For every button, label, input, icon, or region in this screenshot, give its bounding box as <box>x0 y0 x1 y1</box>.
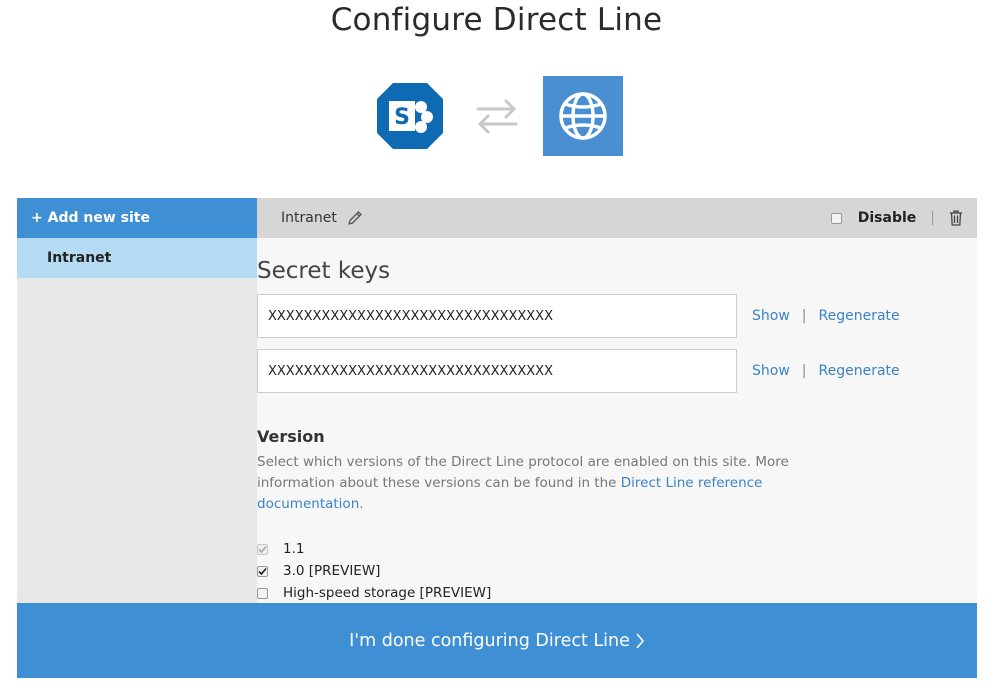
version-3-0-label: 3.0 [PREVIEW] <box>283 563 381 579</box>
regenerate-key-1-link[interactable]: Regenerate <box>819 308 900 324</box>
swap-arrows-icon <box>476 99 518 134</box>
done-configuring-label: I'm done configuring Direct Line <box>349 630 630 651</box>
page-title: Configure Direct Line <box>330 2 663 38</box>
secret-key-2-field[interactable] <box>257 349 737 393</box>
version-description-end: . <box>359 496 364 512</box>
disable-checkbox[interactable] <box>830 212 842 224</box>
secret-keys-heading: Secret keys <box>257 258 391 284</box>
version-3-0-checkbox[interactable] <box>257 565 268 577</box>
secret-key-row: Show | Regenerate <box>257 294 977 338</box>
version-1-1-checkbox <box>257 543 268 555</box>
high-speed-storage-checkbox[interactable] <box>257 587 268 599</box>
version-heading: Version <box>257 427 325 446</box>
version-option-high-speed-storage: High-speed storage [PREVIEW] <box>257 585 491 601</box>
site-settings: Intranet Disable | Secret keys XXXXXXXXX… <box>257 198 977 603</box>
secret-key-1-field[interactable] <box>257 294 737 338</box>
version-option-3-0: 3.0 [PREVIEW] <box>257 563 380 579</box>
sharepoint-icon: S <box>377 83 443 149</box>
channel-logos: S <box>0 76 993 156</box>
separator: | <box>801 363 807 379</box>
globe-icon <box>559 92 607 140</box>
show-key-2-link[interactable]: Show <box>752 363 790 379</box>
check-icon <box>258 567 267 575</box>
site-name: Intranet <box>281 210 337 226</box>
sidebar-item-intranet[interactable]: Intranet <box>17 238 257 278</box>
secret-key-actions: Show | Regenerate <box>752 349 900 393</box>
sites-sidebar: + Add new site Intranet <box>17 198 257 603</box>
version-option-1-1: 1.1 <box>257 541 304 557</box>
separator: | <box>930 210 935 226</box>
web-chat-logo <box>543 76 623 156</box>
done-configuring-button[interactable]: I'm done configuring Direct Line <box>17 603 977 678</box>
pencil-icon[interactable] <box>347 210 363 226</box>
config-panel: + Add new site Intranet Intranet Disable… <box>17 198 977 603</box>
secret-key-actions: Show | Regenerate <box>752 294 900 338</box>
show-key-1-link[interactable]: Show <box>752 308 790 324</box>
version-1-1-label: 1.1 <box>283 541 305 557</box>
svg-text:S: S <box>394 105 410 130</box>
version-description: Select which versions of the Direct Line… <box>257 452 797 515</box>
regenerate-key-2-link[interactable]: Regenerate <box>819 363 900 379</box>
high-speed-storage-label: High-speed storage [PREVIEW] <box>283 585 492 601</box>
chevron-right-icon <box>636 632 644 649</box>
trash-icon[interactable] <box>949 210 963 226</box>
disable-label: Disable <box>857 210 917 226</box>
separator: | <box>801 308 807 324</box>
secret-key-row: Show | Regenerate <box>257 349 977 393</box>
check-icon <box>258 545 267 553</box>
site-tools: Disable | <box>830 198 963 238</box>
site-header-bar: Intranet Disable | <box>257 198 977 238</box>
add-new-site-button[interactable]: + Add new site <box>17 198 257 238</box>
